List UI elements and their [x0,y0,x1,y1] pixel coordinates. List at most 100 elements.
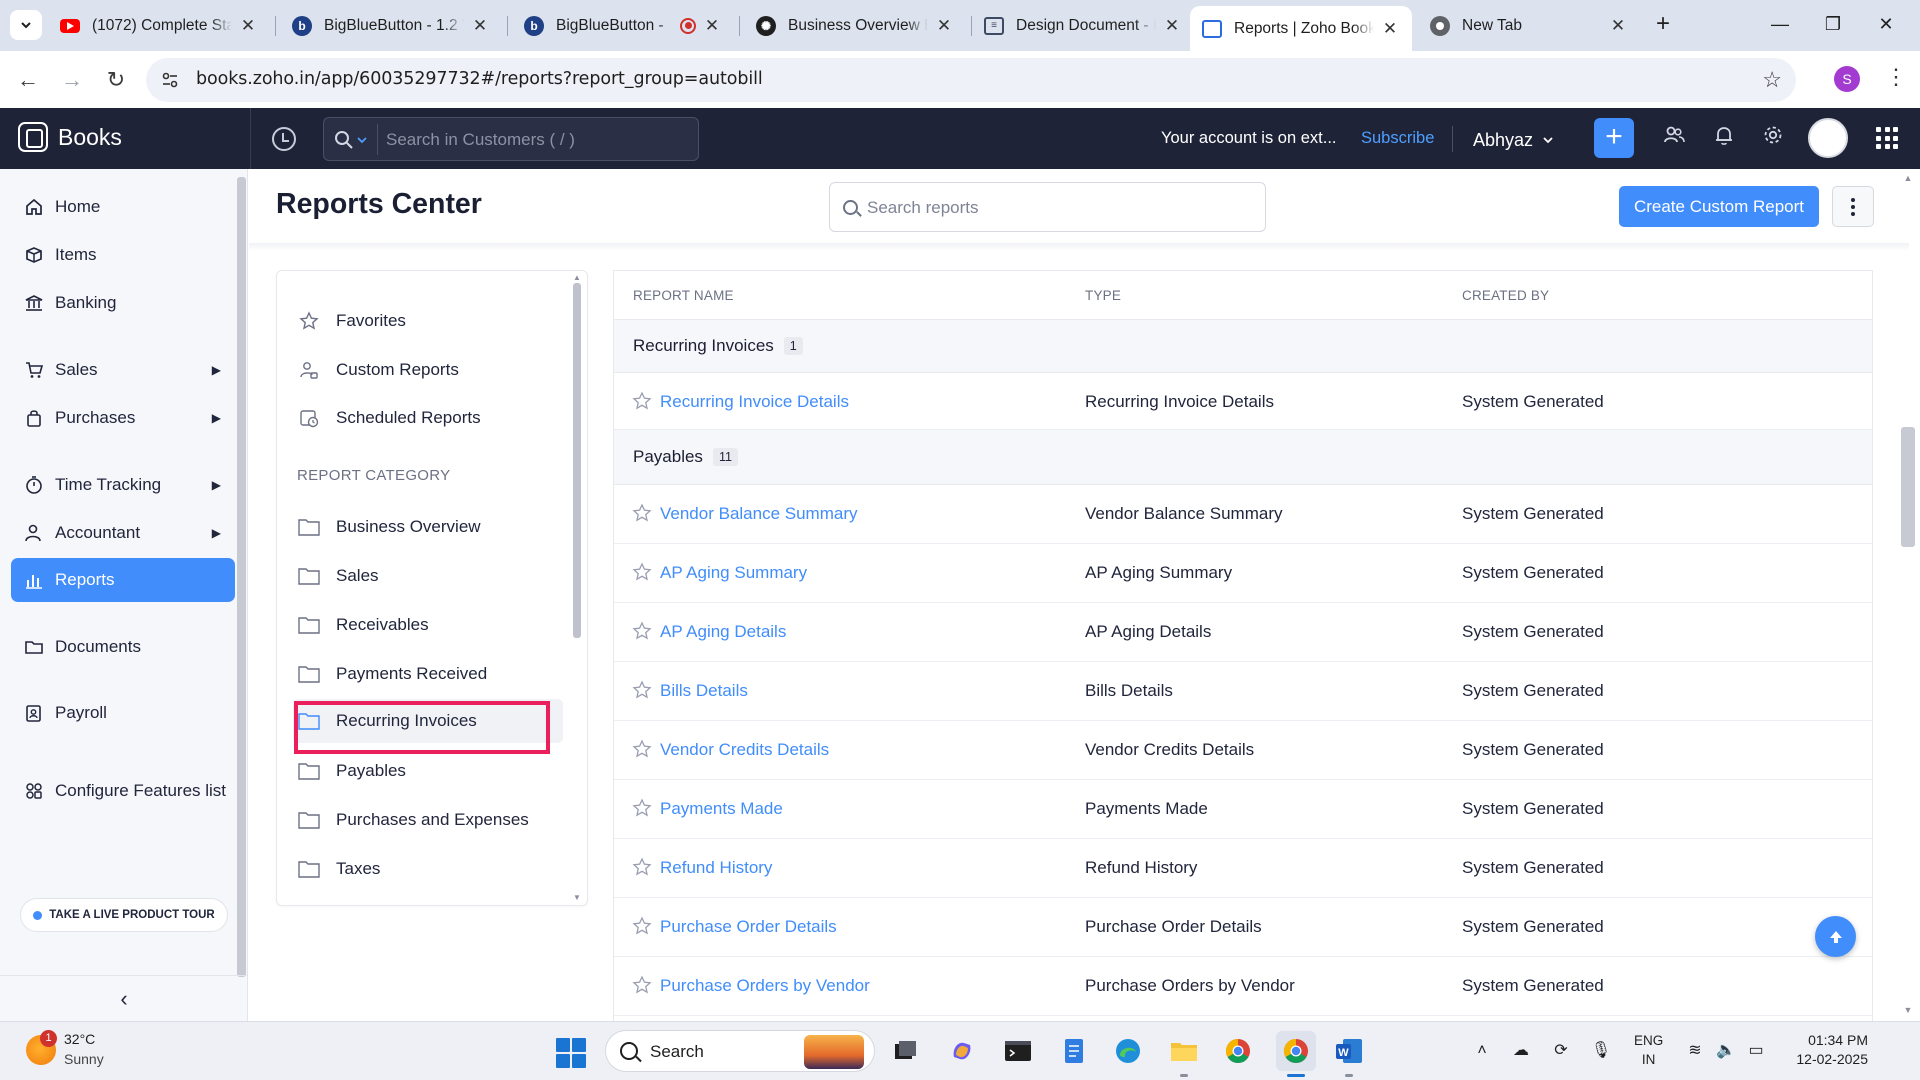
category-sales[interactable]: Sales [297,554,567,598]
browser-tab[interactable]: ≡ Design Document - F ✕ [972,6,1194,45]
favorite-star-icon[interactable] [632,680,652,700]
table-row[interactable]: Payments Made Payments Made System Gener… [614,780,1872,839]
minimize-icon[interactable]: — [1760,8,1800,40]
file-explorer-icon[interactable] [1168,1035,1200,1067]
tab-search-button[interactable] [10,10,42,40]
global-search-input[interactable] [386,124,686,155]
taskbar-search[interactable]: Search [605,1030,875,1072]
back-icon[interactable]: ← [12,64,44,96]
close-icon[interactable]: ✕ [1380,19,1400,39]
browser-tab[interactable]: b BigBlueButton - ✕ [512,6,734,45]
category-receivables[interactable]: Receivables [297,603,567,647]
scroll-up-arrow-icon[interactable]: ▲ [1901,173,1915,183]
search-filter-dropdown[interactable] [334,129,376,151]
report-name-link[interactable]: Purchase Orders by Vendor [660,976,870,996]
chrome-icon[interactable] [1222,1035,1254,1067]
favorite-star-icon[interactable] [632,857,652,877]
quick-link-favorites[interactable]: Favorites [297,299,567,343]
sidebar-item-reports[interactable]: Reports [11,558,235,602]
quick-link-custom-reports[interactable]: Custom Reports [297,348,567,392]
books-logo[interactable]: Books [18,122,122,152]
close-icon[interactable]: ✕ [238,16,258,36]
browser-tab[interactable]: New Tab ✕ [1418,6,1640,45]
report-search-input[interactable] [867,193,1247,223]
page-scrollbar[interactable] [1901,427,1915,547]
forward-icon[interactable]: → [56,64,88,96]
apps-grid-icon[interactable] [1876,127,1898,149]
category-purchases-and-expenses[interactable]: Purchases and Expenses [297,798,567,842]
table-row[interactable]: Vendor Balance Summary Vendor Balance Su… [614,485,1872,544]
volume-icon[interactable]: 🔈 [1715,1040,1737,1062]
close-icon[interactable]: ✕ [1608,16,1628,36]
sync-icon[interactable]: ⟳ [1550,1040,1572,1062]
recent-activity-icon[interactable] [272,127,296,151]
subscribe-link[interactable]: Subscribe [1361,129,1434,148]
sidebar-scrollbar[interactable] [237,177,246,977]
word-icon[interactable]: W [1333,1035,1365,1067]
organization-switcher[interactable]: Abhyaz [1473,130,1554,151]
close-icon[interactable]: ✕ [1162,16,1182,36]
table-row[interactable]: AP Aging Details AP Aging Details System… [614,603,1872,662]
favorite-star-icon[interactable] [632,621,652,641]
sidebar-item-banking[interactable]: Banking [11,281,235,325]
microphone-icon[interactable]: 🎙 [1590,1040,1612,1062]
collapse-sidebar-icon[interactable]: ‹ [0,975,248,1021]
chrome-icon-active[interactable] [1276,1031,1316,1071]
report-name-link[interactable]: Recurring Invoice Details [660,392,849,412]
category-scrollbar[interactable] [573,283,581,638]
create-custom-report-button[interactable]: Create Custom Report [1619,186,1819,227]
report-name-link[interactable]: Refund History [660,858,772,878]
users-icon[interactable] [1660,124,1688,152]
browser-tab[interactable]: (1072) Complete Stat ✕ [48,6,270,45]
report-name-link[interactable]: AP Aging Summary [660,563,807,583]
report-name-link[interactable]: Vendor Credits Details [660,740,829,760]
browser-profile-avatar[interactable]: S [1834,66,1860,92]
bookmark-star-icon[interactable]: ☆ [1762,67,1782,93]
scroll-down-arrow-icon[interactable]: ▼ [573,893,581,902]
report-name-link[interactable]: Vendor Balance Summary [660,504,858,524]
table-row[interactable]: Purchase Orders by Vendor Purchase Order… [614,957,1872,1016]
report-name-link[interactable]: Payments Made [660,799,783,819]
scroll-up-arrow-icon[interactable]: ▲ [573,273,581,282]
close-icon[interactable]: ✕ [470,16,490,36]
more-options-icon[interactable] [1832,186,1874,227]
browser-tab[interactable]: ✺ Business Overview Re ✕ [744,6,966,45]
sidebar-item-items[interactable]: Items [11,233,235,277]
sidebar-item-purchases[interactable]: Purchases ▶ [11,396,235,440]
new-tab-button[interactable]: + [1648,10,1678,40]
favorite-star-icon[interactable] [632,503,652,523]
live-product-tour-button[interactable]: TAKE A LIVE PRODUCT TOUR [20,898,228,932]
close-icon[interactable]: ✕ [702,16,722,36]
window-close-icon[interactable]: ✕ [1866,8,1906,40]
windows-start-icon[interactable] [556,1038,586,1068]
browser-menu-icon[interactable]: ⋮ [1885,64,1907,90]
gear-icon[interactable] [1759,124,1787,152]
site-settings-icon[interactable] [160,70,180,90]
favorite-star-icon[interactable] [632,798,652,818]
favorite-star-icon[interactable] [632,391,652,411]
battery-icon[interactable]: ▭ [1745,1040,1767,1062]
table-row[interactable]: Vendor Credits Details Vendor Credits De… [614,721,1872,780]
quick-link-scheduled-reports[interactable]: Scheduled Reports [297,396,567,440]
sidebar-item-home[interactable]: Home [11,185,235,229]
category-taxes[interactable]: Taxes [297,847,567,891]
report-name-link[interactable]: Purchase Order Details [660,917,837,937]
table-row[interactable]: Refund History Refund History System Gen… [614,839,1872,898]
report-name-link[interactable]: Bills Details [660,681,748,701]
copilot-icon[interactable] [946,1035,978,1067]
url-field[interactable]: books.zoho.in/app/60035297732#/reports?r… [146,58,1796,102]
category-payments-received[interactable]: Payments Received [297,652,567,696]
onedrive-icon[interactable]: ☁ [1510,1040,1532,1062]
table-row[interactable]: AP Aging Summary AP Aging Summary System… [614,544,1872,603]
bell-icon[interactable] [1710,124,1738,152]
sidebar-item-sales[interactable]: Sales ▶ [11,348,235,392]
quick-create-button[interactable]: + [1594,118,1634,158]
favorite-star-icon[interactable] [632,975,652,995]
task-view-icon[interactable] [890,1035,922,1067]
sidebar-item-accountant[interactable]: Accountant ▶ [11,511,235,555]
table-row[interactable]: Recurring Invoice Details Recurring Invo… [614,373,1872,430]
table-row[interactable]: Bills Details Bills Details System Gener… [614,662,1872,721]
category-business-overview[interactable]: Business Overview [297,505,567,549]
sidebar-item-configure-features[interactable]: Configure Features list [11,769,235,813]
reload-icon[interactable]: ↻ [100,64,132,96]
